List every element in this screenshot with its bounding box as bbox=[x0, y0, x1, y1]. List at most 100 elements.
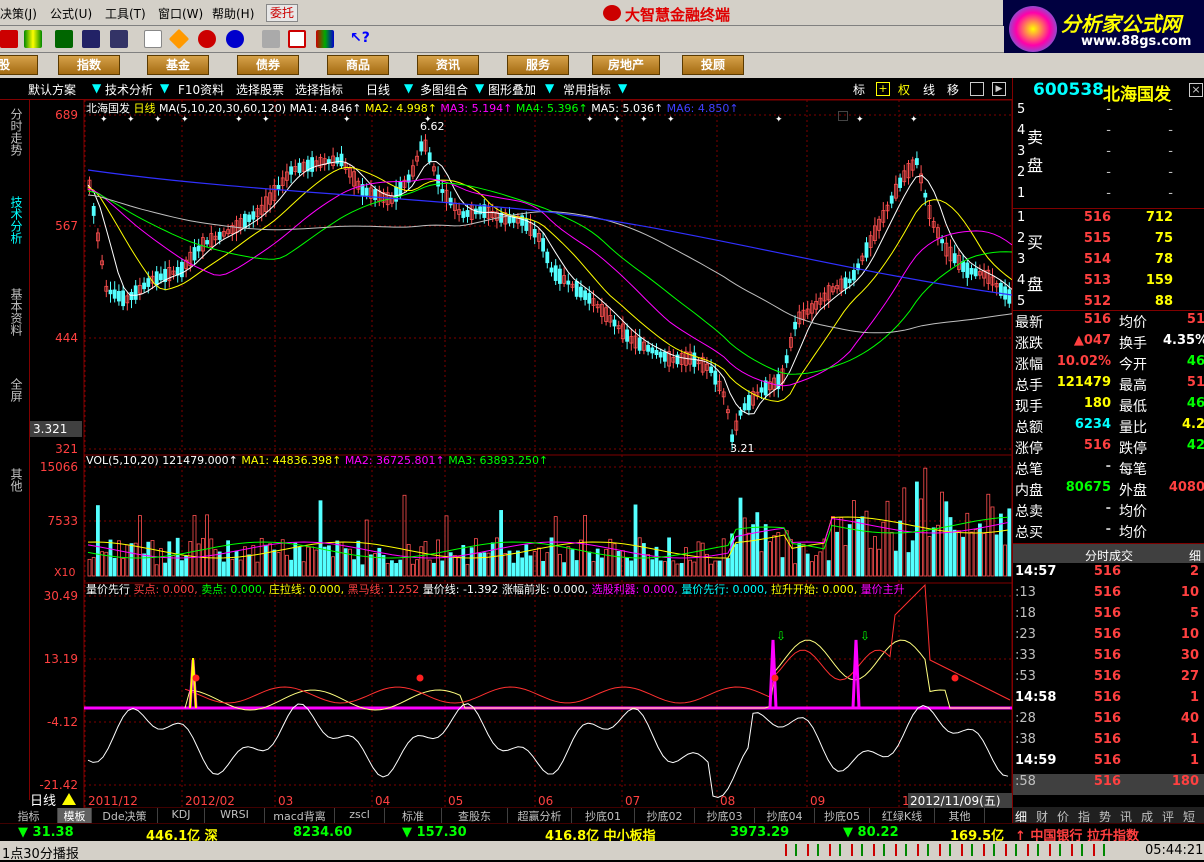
menu-decision[interactable]: 决策(J) bbox=[0, 5, 37, 22]
volume-bar bbox=[684, 547, 688, 577]
indicator-title: 量价先行 bbox=[86, 583, 134, 596]
move-button[interactable]: 移 bbox=[947, 81, 959, 98]
next-icon[interactable]: ▶ bbox=[992, 82, 1006, 96]
indicator-tab[interactable]: 抄底03 bbox=[695, 808, 755, 824]
tick-row: :18 516 5 bbox=[1013, 606, 1204, 627]
binoculars-icon[interactable] bbox=[82, 30, 100, 48]
volume-bar bbox=[625, 557, 629, 577]
tab-technical[interactable]: 技术分析 bbox=[8, 196, 23, 244]
nav-index[interactable]: 指数 bbox=[58, 55, 120, 75]
volume-bar bbox=[129, 543, 134, 577]
menu-help[interactable]: 帮助(H) bbox=[212, 5, 254, 22]
printer-icon[interactable] bbox=[262, 30, 280, 48]
volume-bar bbox=[961, 536, 965, 577]
period-menu[interactable]: 日线 bbox=[366, 81, 390, 98]
volume-bar bbox=[768, 541, 772, 577]
tab-other[interactable]: 其他 bbox=[8, 468, 23, 492]
indicator-tab[interactable]: 标准 bbox=[385, 808, 442, 824]
ring-icon[interactable] bbox=[198, 30, 216, 48]
nav-news[interactable]: 资讯 bbox=[417, 55, 479, 75]
indicator-tab[interactable]: 指标 bbox=[0, 808, 58, 824]
nav-advisor[interactable]: 投顾 bbox=[682, 55, 744, 75]
tab-intraday[interactable]: 分时走势 bbox=[8, 108, 23, 156]
stat-label: 最高 bbox=[1119, 378, 1147, 394]
signal-marker: ✦ bbox=[100, 115, 108, 125]
volume-bar bbox=[608, 538, 613, 577]
window-icon[interactable] bbox=[288, 30, 306, 48]
indicator-tab[interactable]: 抄底02 bbox=[635, 808, 695, 824]
diamond-icon[interactable] bbox=[168, 28, 190, 50]
crosshair-icon[interactable]: + bbox=[876, 82, 890, 96]
ticks-detail-button[interactable]: 细 bbox=[1189, 547, 1201, 564]
volume-bar bbox=[465, 564, 470, 577]
speaker-icon[interactable] bbox=[110, 30, 128, 48]
rights-button[interactable]: 权 bbox=[898, 81, 910, 98]
overlay-menu[interactable]: 图形叠加 bbox=[488, 81, 536, 98]
indicator-tab[interactable]: 查股东 bbox=[442, 808, 508, 824]
nav-service[interactable]: 服务 bbox=[507, 55, 569, 75]
chart-icon[interactable] bbox=[55, 30, 73, 48]
indicator-tab[interactable]: zscl bbox=[335, 808, 385, 824]
weituo-button[interactable]: 委托 bbox=[266, 4, 298, 22]
line-button[interactable]: 线 bbox=[923, 81, 935, 98]
volume-bar bbox=[776, 532, 781, 577]
volume-bar bbox=[793, 563, 797, 577]
indicator-tab[interactable]: 抄底04 bbox=[755, 808, 815, 824]
ticker-item: ▼ 80.22 bbox=[843, 825, 899, 840]
zoom-icon[interactable] bbox=[970, 82, 984, 96]
volume-bar bbox=[494, 537, 499, 577]
help-pointer-icon[interactable]: ↖? bbox=[350, 30, 370, 48]
stock-icon[interactable] bbox=[0, 30, 18, 48]
menu-tools[interactable]: 工具(T) bbox=[105, 5, 146, 22]
buy-label: 买盘 bbox=[1027, 233, 1044, 294]
tab-fundamentals[interactable]: 基本资料 bbox=[8, 288, 23, 336]
close-icon[interactable]: × bbox=[1189, 83, 1203, 97]
candle-body bbox=[142, 282, 146, 290]
date-tick: 2011/12 bbox=[88, 794, 138, 808]
mark-button[interactable]: 标 bbox=[853, 81, 865, 98]
volume-bar bbox=[179, 560, 184, 577]
volume-bar bbox=[742, 517, 747, 577]
candle-body bbox=[251, 211, 256, 220]
indicator-tab[interactable]: KDJ bbox=[158, 808, 205, 824]
stat-value: 46 bbox=[1186, 354, 1204, 369]
indicator-tab[interactable]: 超赢分析 bbox=[508, 808, 572, 824]
books-icon[interactable] bbox=[316, 30, 334, 48]
candle-body bbox=[545, 251, 550, 264]
volume-bar bbox=[902, 487, 907, 577]
volume-bar bbox=[184, 555, 189, 577]
candle-body bbox=[179, 261, 184, 278]
multi-chart-menu[interactable]: 多图组合 bbox=[420, 81, 468, 98]
f10-menu[interactable]: F10资料 bbox=[178, 81, 224, 98]
menu-window[interactable]: 窗口(W) bbox=[158, 5, 203, 22]
indicator-tab[interactable]: 抄底05 bbox=[815, 808, 870, 824]
indicator-tab[interactable]: 抄底01 bbox=[572, 808, 635, 824]
indicator-tab[interactable]: 其他 bbox=[935, 808, 985, 824]
nav-fund[interactable]: 基金 bbox=[147, 55, 209, 75]
signal-marker: ✦ bbox=[640, 115, 648, 125]
kline-chart[interactable]: ⇩ ⇩ 6895674443213.321150667533X1030.4913.… bbox=[30, 100, 1012, 808]
indicator-tab[interactable]: WRSI bbox=[205, 808, 265, 824]
indicator-tab[interactable]: macd背离 bbox=[265, 808, 335, 824]
flag-icon[interactable] bbox=[24, 30, 42, 48]
nav-stock[interactable]: 股 bbox=[0, 55, 38, 75]
nav-commodity[interactable]: 商品 bbox=[327, 55, 389, 75]
candle-body bbox=[969, 268, 974, 275]
signal-marker: ✦ bbox=[613, 115, 621, 125]
volume-bar bbox=[121, 558, 125, 577]
nav-bond[interactable]: 债券 bbox=[237, 55, 299, 75]
tab-fullscreen[interactable]: 全屏 bbox=[8, 378, 23, 402]
volume-bar bbox=[986, 493, 991, 577]
menu-formula[interactable]: 公式(U) bbox=[50, 5, 92, 22]
indicator-tab[interactable]: Dde决策 bbox=[92, 808, 158, 824]
indicator-tab[interactable]: 模板 bbox=[58, 808, 92, 824]
globe-icon[interactable] bbox=[226, 30, 244, 48]
common-indicator-menu[interactable]: 常用指标 bbox=[563, 81, 611, 98]
default-scheme-menu[interactable]: 默认方案 bbox=[28, 81, 76, 98]
note-icon[interactable] bbox=[144, 30, 162, 48]
nav-realestate[interactable]: 房地产 bbox=[592, 55, 660, 75]
select-stock-menu[interactable]: 选择股票 bbox=[236, 81, 284, 98]
select-indicator-menu[interactable]: 选择指标 bbox=[295, 81, 343, 98]
technical-analysis-menu[interactable]: 技术分析 bbox=[105, 81, 153, 98]
indicator-tab[interactable]: 红绿K线 bbox=[870, 808, 935, 824]
